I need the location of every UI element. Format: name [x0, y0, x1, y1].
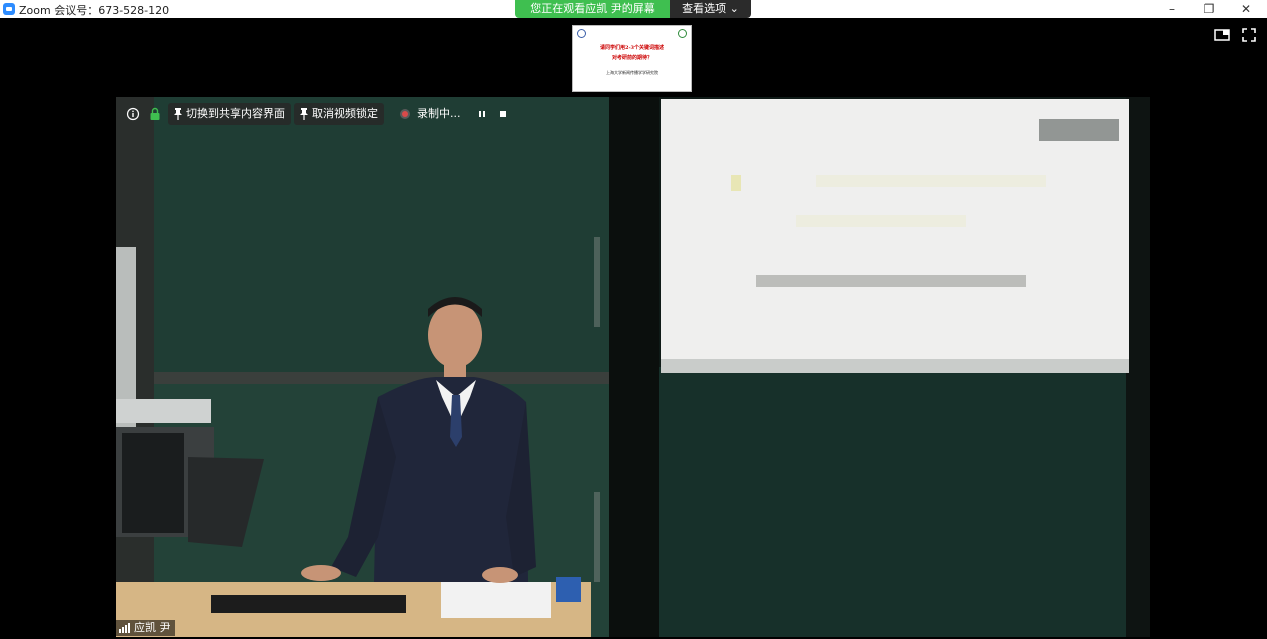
slide-line-3: 上海大学新闻传播学学研究院: [606, 70, 658, 75]
participant-name: 应凯 尹: [134, 621, 171, 634]
view-options-button[interactable]: 查看选项 ⌄: [670, 0, 751, 18]
viewing-screen-status: 您正在观看应凯 尹的屏幕: [515, 0, 670, 18]
slide-line-2: 对考研前的期待？: [611, 55, 652, 61]
fullscreen-icon[interactable]: [1242, 27, 1258, 42]
stop-recording-icon[interactable]: [498, 103, 508, 125]
institute-seal-icon: [678, 29, 687, 38]
unlock-video-label: 取消视频锁定: [312, 107, 378, 120]
share-banner: 您正在观看应凯 尹的屏幕 查看选项 ⌄: [515, 0, 751, 18]
recording-indicator-icon: [399, 103, 411, 125]
pin-icon: [174, 108, 182, 120]
participant-name-tag: 应凯 尹: [116, 620, 175, 636]
window-title: Zoom 会议号：673-528-120: [19, 4, 170, 17]
restore-button[interactable]: ❐: [1192, 0, 1226, 18]
lock-icon[interactable]: [148, 103, 162, 125]
university-seal-icon: [577, 29, 586, 38]
classroom-scene: [116, 97, 1150, 637]
signal-strength-icon: [119, 623, 130, 633]
zoom-app-icon: [3, 3, 15, 15]
info-icon[interactable]: [126, 103, 140, 125]
pin-icon: [300, 108, 308, 120]
pause-recording-icon[interactable]: [477, 103, 487, 125]
switch-to-share-label: 切换到共享内容界面: [186, 107, 285, 120]
layout-view-icon[interactable]: [1214, 27, 1230, 41]
minimize-button[interactable]: –: [1155, 0, 1189, 18]
shared-slide-thumbnail[interactable]: 请同学们用2-3个关键词描述 对考研前的期待？ 上海大学新闻传播学学研究院: [572, 25, 692, 92]
unlock-video-button[interactable]: 取消视频锁定: [294, 103, 384, 125]
video-feed[interactable]: [116, 97, 1150, 637]
recording-status: 录制中...: [417, 107, 461, 120]
switch-to-share-button[interactable]: 切换到共享内容界面: [168, 103, 291, 125]
close-button[interactable]: ✕: [1229, 0, 1263, 18]
slide-line-1: 请同学们用2-3个关键词描述: [599, 45, 665, 51]
